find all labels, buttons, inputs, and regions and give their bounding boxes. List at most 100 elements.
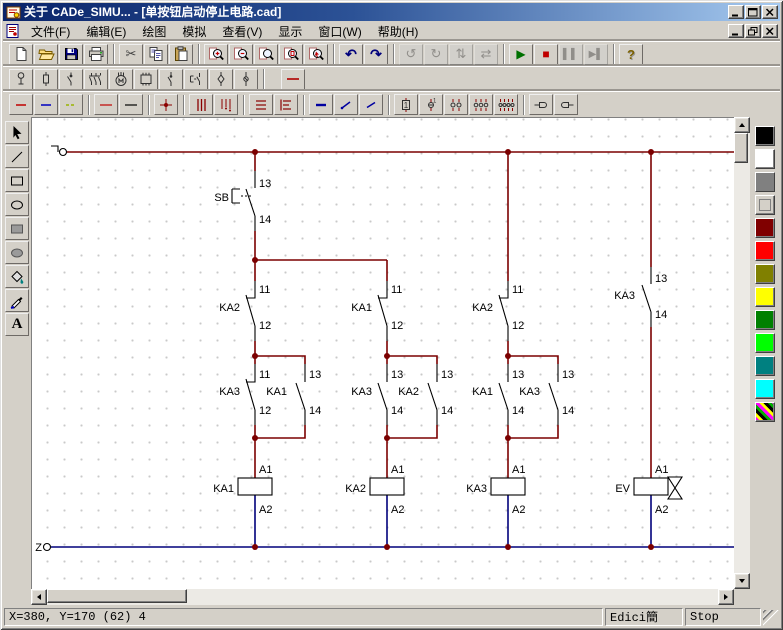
draw-rect-tool[interactable] — [5, 169, 29, 192]
vertical-scrollbar[interactable] — [734, 117, 750, 589]
document-icon[interactable] — [5, 23, 23, 39]
coil-KA3[interactable] — [491, 478, 525, 495]
bus-3-button[interactable] — [249, 94, 273, 115]
resize-grip[interactable] — [763, 610, 779, 626]
node-junction-button[interactable] — [154, 94, 178, 115]
mdi-close-button[interactable] — [762, 24, 778, 38]
undo-button[interactable]: ↶ — [339, 44, 363, 65]
paste-button[interactable] — [169, 44, 193, 65]
lib-switch-button[interactable] — [59, 69, 83, 90]
draw-line-tool[interactable] — [5, 145, 29, 168]
lib-coil-button[interactable] — [184, 69, 208, 90]
connector-out-button[interactable] — [529, 94, 553, 115]
zoom-window-button[interactable] — [254, 44, 278, 65]
color-swatch-008080[interactable] — [755, 356, 775, 376]
window-close-button[interactable] — [762, 5, 778, 19]
mdi-restore-button[interactable] — [745, 24, 761, 38]
cable-black-button[interactable] — [119, 94, 143, 115]
wire-red-button[interactable] — [9, 94, 33, 115]
link-diag-dot-button[interactable] — [359, 94, 383, 115]
power-3ph-n-button[interactable] — [214, 94, 238, 115]
color-picker-tool[interactable] — [5, 289, 29, 312]
wire-green-button[interactable] — [59, 94, 83, 115]
lib-fuse-button[interactable] — [34, 69, 58, 90]
sim-stop-button[interactable]: ■ — [534, 44, 558, 65]
color-swatch-multi[interactable] — [755, 402, 775, 422]
save-button[interactable] — [59, 44, 83, 65]
color-swatch-008000[interactable] — [755, 310, 775, 330]
window-minimize-button[interactable] — [728, 5, 744, 19]
color-swatch-000000[interactable] — [755, 126, 775, 146]
mdi-minimize-button[interactable] — [728, 24, 744, 38]
connector-in-button[interactable] — [554, 94, 578, 115]
horizontal-scrollbar[interactable] — [31, 589, 734, 605]
zoom-in-button[interactable] — [204, 44, 228, 65]
lib-plc-button[interactable] — [134, 69, 158, 90]
text-tool[interactable]: A — [5, 313, 29, 336]
scroll-up-button[interactable] — [734, 117, 750, 133]
fill-tool[interactable] — [5, 265, 29, 288]
select-tool[interactable] — [5, 121, 29, 144]
scroll-down-button[interactable] — [734, 573, 750, 589]
coil-EV[interactable] — [634, 478, 668, 495]
circuit-schematic[interactable]: Z SB 13 14 KA2 11 12 KA3 11 12 KA1 13 14… — [32, 118, 734, 589]
zoom-select-button[interactable] — [304, 44, 328, 65]
draw-ellipse-filled-tool[interactable] — [5, 241, 29, 264]
link-blue-button[interactable] — [309, 94, 333, 115]
window-maximize-button[interactable] — [745, 5, 761, 19]
power-3ph-button[interactable] — [189, 94, 213, 115]
marker-1-button[interactable]: 1 — [394, 94, 418, 115]
drawing-canvas[interactable]: Z SB 13 14 KA2 11 12 KA3 11 12 KA1 13 14… — [31, 117, 734, 589]
color-swatch-808000[interactable] — [755, 264, 775, 284]
lib-contact-button[interactable] — [159, 69, 183, 90]
lib-valve-button[interactable] — [209, 69, 233, 90]
cut-button[interactable]: ✂ — [119, 44, 143, 65]
menu-item[interactable]: 编辑(E) — [78, 21, 134, 42]
cable-red-button[interactable] — [94, 94, 118, 115]
node-1-button[interactable]: 1 — [419, 94, 443, 115]
draw-ellipse-tool[interactable] — [5, 193, 29, 216]
print-button[interactable] — [84, 44, 108, 65]
menu-item[interactable]: 查看(V) — [214, 21, 270, 42]
menu-item[interactable]: 显示 — [270, 21, 310, 42]
node-3-button[interactable] — [469, 94, 493, 115]
scroll-left-button[interactable] — [31, 589, 47, 605]
menu-item[interactable]: 文件(F) — [23, 21, 78, 42]
color-swatch-ffff00[interactable] — [755, 287, 775, 307]
copy-button[interactable] — [144, 44, 168, 65]
coil-KA2[interactable] — [370, 478, 404, 495]
redo-button[interactable]: ↷ — [364, 44, 388, 65]
draw-rect-filled-tool[interactable] — [5, 217, 29, 240]
scroll-right-button[interactable] — [718, 589, 734, 605]
menu-item[interactable]: 模拟 — [174, 21, 214, 42]
color-swatch-ff0000[interactable] — [755, 241, 775, 261]
menu-item[interactable]: 帮助(H) — [370, 21, 427, 42]
lib-terminal-button[interactable] — [234, 69, 258, 90]
menu-item[interactable]: 绘图 — [134, 21, 174, 42]
color-swatch-00ffff[interactable] — [755, 379, 775, 399]
pushbutton-SB[interactable] — [232, 171, 255, 231]
help-button[interactable]: ? — [619, 44, 643, 65]
app-icon[interactable] — [5, 5, 21, 20]
wire-blue-button[interactable] — [34, 94, 58, 115]
lib-switch-3p-button[interactable] — [84, 69, 108, 90]
node-2-button[interactable] — [444, 94, 468, 115]
wire-draw-button[interactable] — [281, 69, 305, 90]
color-swatch-00ff00[interactable] — [755, 333, 775, 353]
open-button[interactable] — [34, 44, 58, 65]
vertical-scroll-thumb[interactable] — [734, 133, 748, 163]
sim-run-button[interactable]: ▶ — [509, 44, 533, 65]
coil-KA1[interactable] — [238, 478, 272, 495]
lib-motor-button[interactable] — [109, 69, 133, 90]
color-swatch-800000[interactable] — [755, 218, 775, 238]
color-swatch-ffffff[interactable] — [755, 149, 775, 169]
bus-3-n-button[interactable] — [274, 94, 298, 115]
zoom-page-button[interactable] — [279, 44, 303, 65]
link-diag-button[interactable] — [334, 94, 358, 115]
color-swatch-none[interactable] — [755, 195, 775, 215]
zoom-out-button[interactable] — [229, 44, 253, 65]
horizontal-scroll-thumb[interactable] — [47, 589, 187, 603]
lib-power-button[interactable] — [9, 69, 33, 90]
new-button[interactable] — [9, 44, 33, 65]
color-swatch-808080[interactable] — [755, 172, 775, 192]
